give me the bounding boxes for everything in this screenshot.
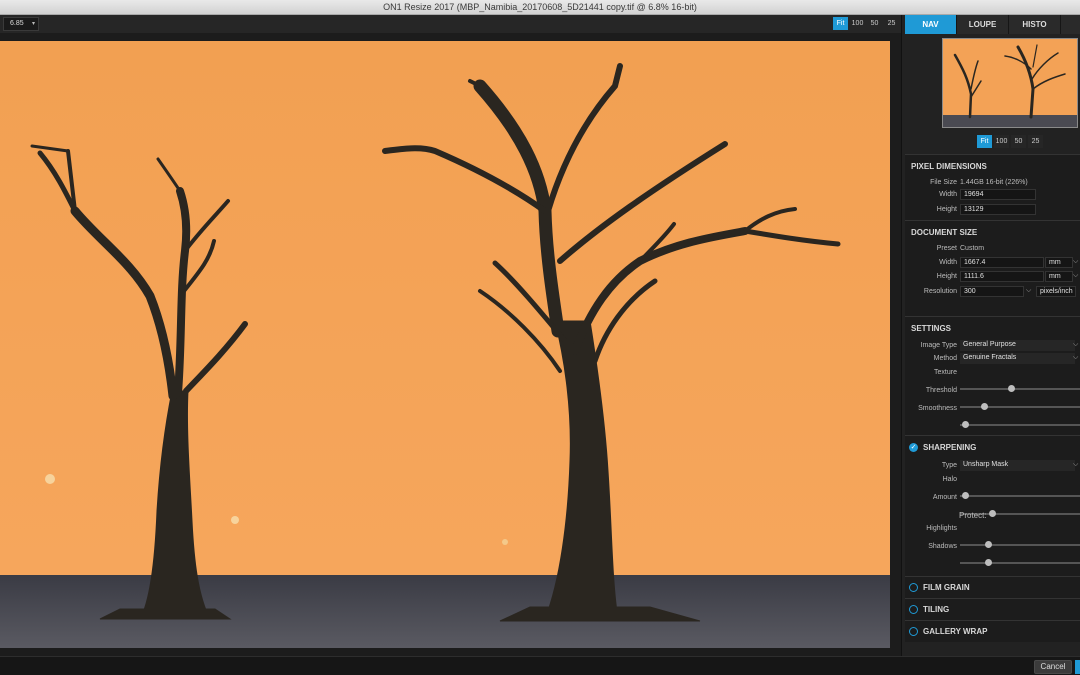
zoom-100-button[interactable]: 100 — [850, 17, 865, 30]
gallery-wrap-toggle[interactable] — [909, 627, 918, 636]
slider-handle[interactable] — [988, 510, 996, 517]
sharpening-enabled-checkbox[interactable]: ✓ — [909, 443, 918, 452]
shadows-slider[interactable] — [960, 559, 1080, 566]
preset-value[interactable]: Custom — [960, 245, 984, 252]
pixel-dimensions-section: PIXEL DIMENSIONS File Size 1.44GB 16-bit… — [905, 154, 1080, 220]
preset-label: Preset — [936, 245, 957, 252]
bottom-bar: Cancel — [0, 656, 1080, 675]
doc-height-label: Height — [936, 273, 957, 280]
tab-loupe[interactable]: LOUPE — [957, 15, 1009, 34]
tab-histo[interactable]: HISTO — [1009, 15, 1061, 34]
nav-zoom-50-button[interactable]: 50 — [1011, 135, 1026, 148]
film-grain-section[interactable]: FILM GRAIN — [905, 576, 1080, 598]
document-size-section: DOCUMENT SIZE Preset Custom Width 1667.4… — [905, 220, 1080, 316]
doc-height-field[interactable]: 1111.6 — [960, 271, 1044, 282]
sharpen-type-label: Type — [941, 462, 957, 469]
tab-more[interactable] — [1061, 15, 1080, 34]
threshold-slider[interactable] — [960, 403, 1080, 410]
panel-tabs: NAV LOUPE HISTO — [905, 15, 1080, 34]
smoothness-label: Smoothness — [918, 405, 957, 412]
texture-slider[interactable] — [960, 385, 1080, 392]
slider-handle[interactable] — [962, 492, 970, 499]
file-size-label: File Size — [930, 179, 957, 186]
gallery-wrap-title[interactable]: GALLERY WRAP — [923, 627, 987, 636]
halo-slider[interactable] — [960, 492, 1080, 499]
sharpen-type-dropdown[interactable]: Unsharp Mask — [960, 460, 1075, 471]
doc-width-label: Width — [939, 259, 957, 266]
pixel-height-field[interactable]: 13129 — [960, 204, 1036, 215]
nav-zoom-25-button[interactable]: 25 — [1028, 135, 1043, 148]
window-title: ON1 Resize 2017 (MBP_Namibia_20170608_5D… — [383, 2, 697, 12]
chevron-down-icon: ▾ — [31, 21, 35, 27]
app-window: ON1 Resize 2017 (MBP_Namibia_20170608_5D… — [0, 0, 1080, 675]
gallery-wrap-section[interactable]: GALLERY WRAP — [905, 620, 1080, 642]
slider-handle[interactable] — [1007, 385, 1015, 392]
threshold-label: Threshold — [925, 387, 957, 394]
chevron-down-icon: ⌵ — [1073, 258, 1079, 265]
tiling-title[interactable]: TILING — [923, 605, 949, 614]
zoom-50-button[interactable]: 50 — [867, 17, 882, 30]
highlights-label: Highlights — [926, 525, 957, 532]
nav-zoom-fit-button[interactable]: Fit — [977, 135, 992, 148]
pixel-width-label: Width — [939, 191, 957, 198]
navigator-thumbnail[interactable] — [942, 38, 1078, 128]
image-canvas[interactable] — [0, 33, 901, 656]
chevron-down-icon: ⌵ — [1073, 461, 1079, 468]
navigator-zoom-buttons: Fit 100 50 25 — [977, 135, 1043, 148]
canvas-toolbar: 6.85 ▾ Fit 100 50 25 — [0, 15, 901, 33]
photo-dead-trees — [0, 41, 890, 648]
slider-handle[interactable] — [980, 403, 988, 410]
zoom-level-dropdown[interactable]: 6.85 ▾ — [3, 17, 39, 31]
smoothness-slider[interactable] — [960, 421, 1080, 428]
title-bar: ON1 Resize 2017 (MBP_Namibia_20170608_5D… — [0, 0, 1080, 15]
shadows-label: Shadows — [928, 543, 957, 550]
doc-width-field[interactable]: 1667.4 — [960, 257, 1044, 268]
chevron-down-icon: ⌵ — [1073, 354, 1079, 361]
zoom-level-value: 6.85 — [10, 20, 24, 27]
film-grain-toggle[interactable] — [909, 583, 918, 592]
chevron-down-icon: ⌵ — [1073, 272, 1079, 279]
tiling-toggle[interactable] — [909, 605, 918, 614]
pixel-width-field[interactable]: 19694 — [960, 189, 1036, 200]
method-label: Method — [933, 355, 957, 362]
document-size-title: DOCUMENT SIZE — [911, 228, 978, 237]
zoom-25-button[interactable]: 25 — [884, 17, 899, 30]
image-type-dropdown[interactable]: General Purpose — [960, 340, 1075, 351]
pixel-dimensions-title: PIXEL DIMENSIONS — [911, 162, 987, 171]
slider-handle[interactable] — [985, 559, 993, 566]
settings-title: SETTINGS — [911, 324, 952, 333]
texture-label: Texture — [934, 369, 957, 376]
zoom-fit-button[interactable]: Fit — [833, 17, 848, 30]
resolution-field[interactable]: 300 — [960, 286, 1024, 297]
slider-handle[interactable] — [962, 421, 970, 428]
sharpening-title[interactable]: SHARPENING — [923, 443, 976, 452]
image-type-label: Image Type — [920, 342, 957, 349]
chevron-down-icon: ⌵ — [1073, 341, 1079, 348]
resolution-unit-dropdown[interactable]: pixels/inch — [1036, 286, 1076, 297]
resolution-label: Resolution — [923, 288, 957, 295]
slider-handle[interactable] — [985, 541, 993, 548]
film-grain-title[interactable]: FILM GRAIN — [923, 583, 970, 592]
right-panel: NAV LOUPE HISTO Fit 100 50 25 PIXEL DIME… — [901, 15, 1080, 656]
cancel-button[interactable]: Cancel — [1034, 660, 1072, 674]
done-button[interactable] — [1075, 660, 1080, 674]
method-dropdown[interactable]: Genuine Fractals — [960, 353, 1075, 364]
chevron-down-icon[interactable]: ⌵ — [1026, 287, 1031, 295]
settings-section: SETTINGS Image Type General Purpose ⌵ Me… — [905, 316, 1080, 435]
pixel-height-label: Height — [936, 206, 957, 213]
amount-label: Amount — [932, 494, 957, 501]
sharpening-section: ✓ SHARPENING Type Unsharp Mask ⌵ Halo Am… — [905, 435, 1080, 576]
highlights-slider[interactable] — [960, 541, 1080, 548]
file-size-value: 1.44GB 16-bit (226%) — [960, 179, 1028, 186]
protect-label: Protect: — [959, 511, 987, 520]
halo-label: Halo — [942, 476, 957, 483]
zoom-buttons: Fit 100 50 25 — [833, 17, 899, 30]
navigator-preview — [943, 39, 1077, 127]
tiling-section[interactable]: TILING — [905, 598, 1080, 620]
doc-height-unit-dropdown[interactable]: mm — [1045, 271, 1073, 282]
nav-zoom-100-button[interactable]: 100 — [994, 135, 1009, 148]
doc-width-unit-dropdown[interactable]: mm — [1045, 257, 1073, 268]
tab-nav[interactable]: NAV — [905, 15, 957, 34]
